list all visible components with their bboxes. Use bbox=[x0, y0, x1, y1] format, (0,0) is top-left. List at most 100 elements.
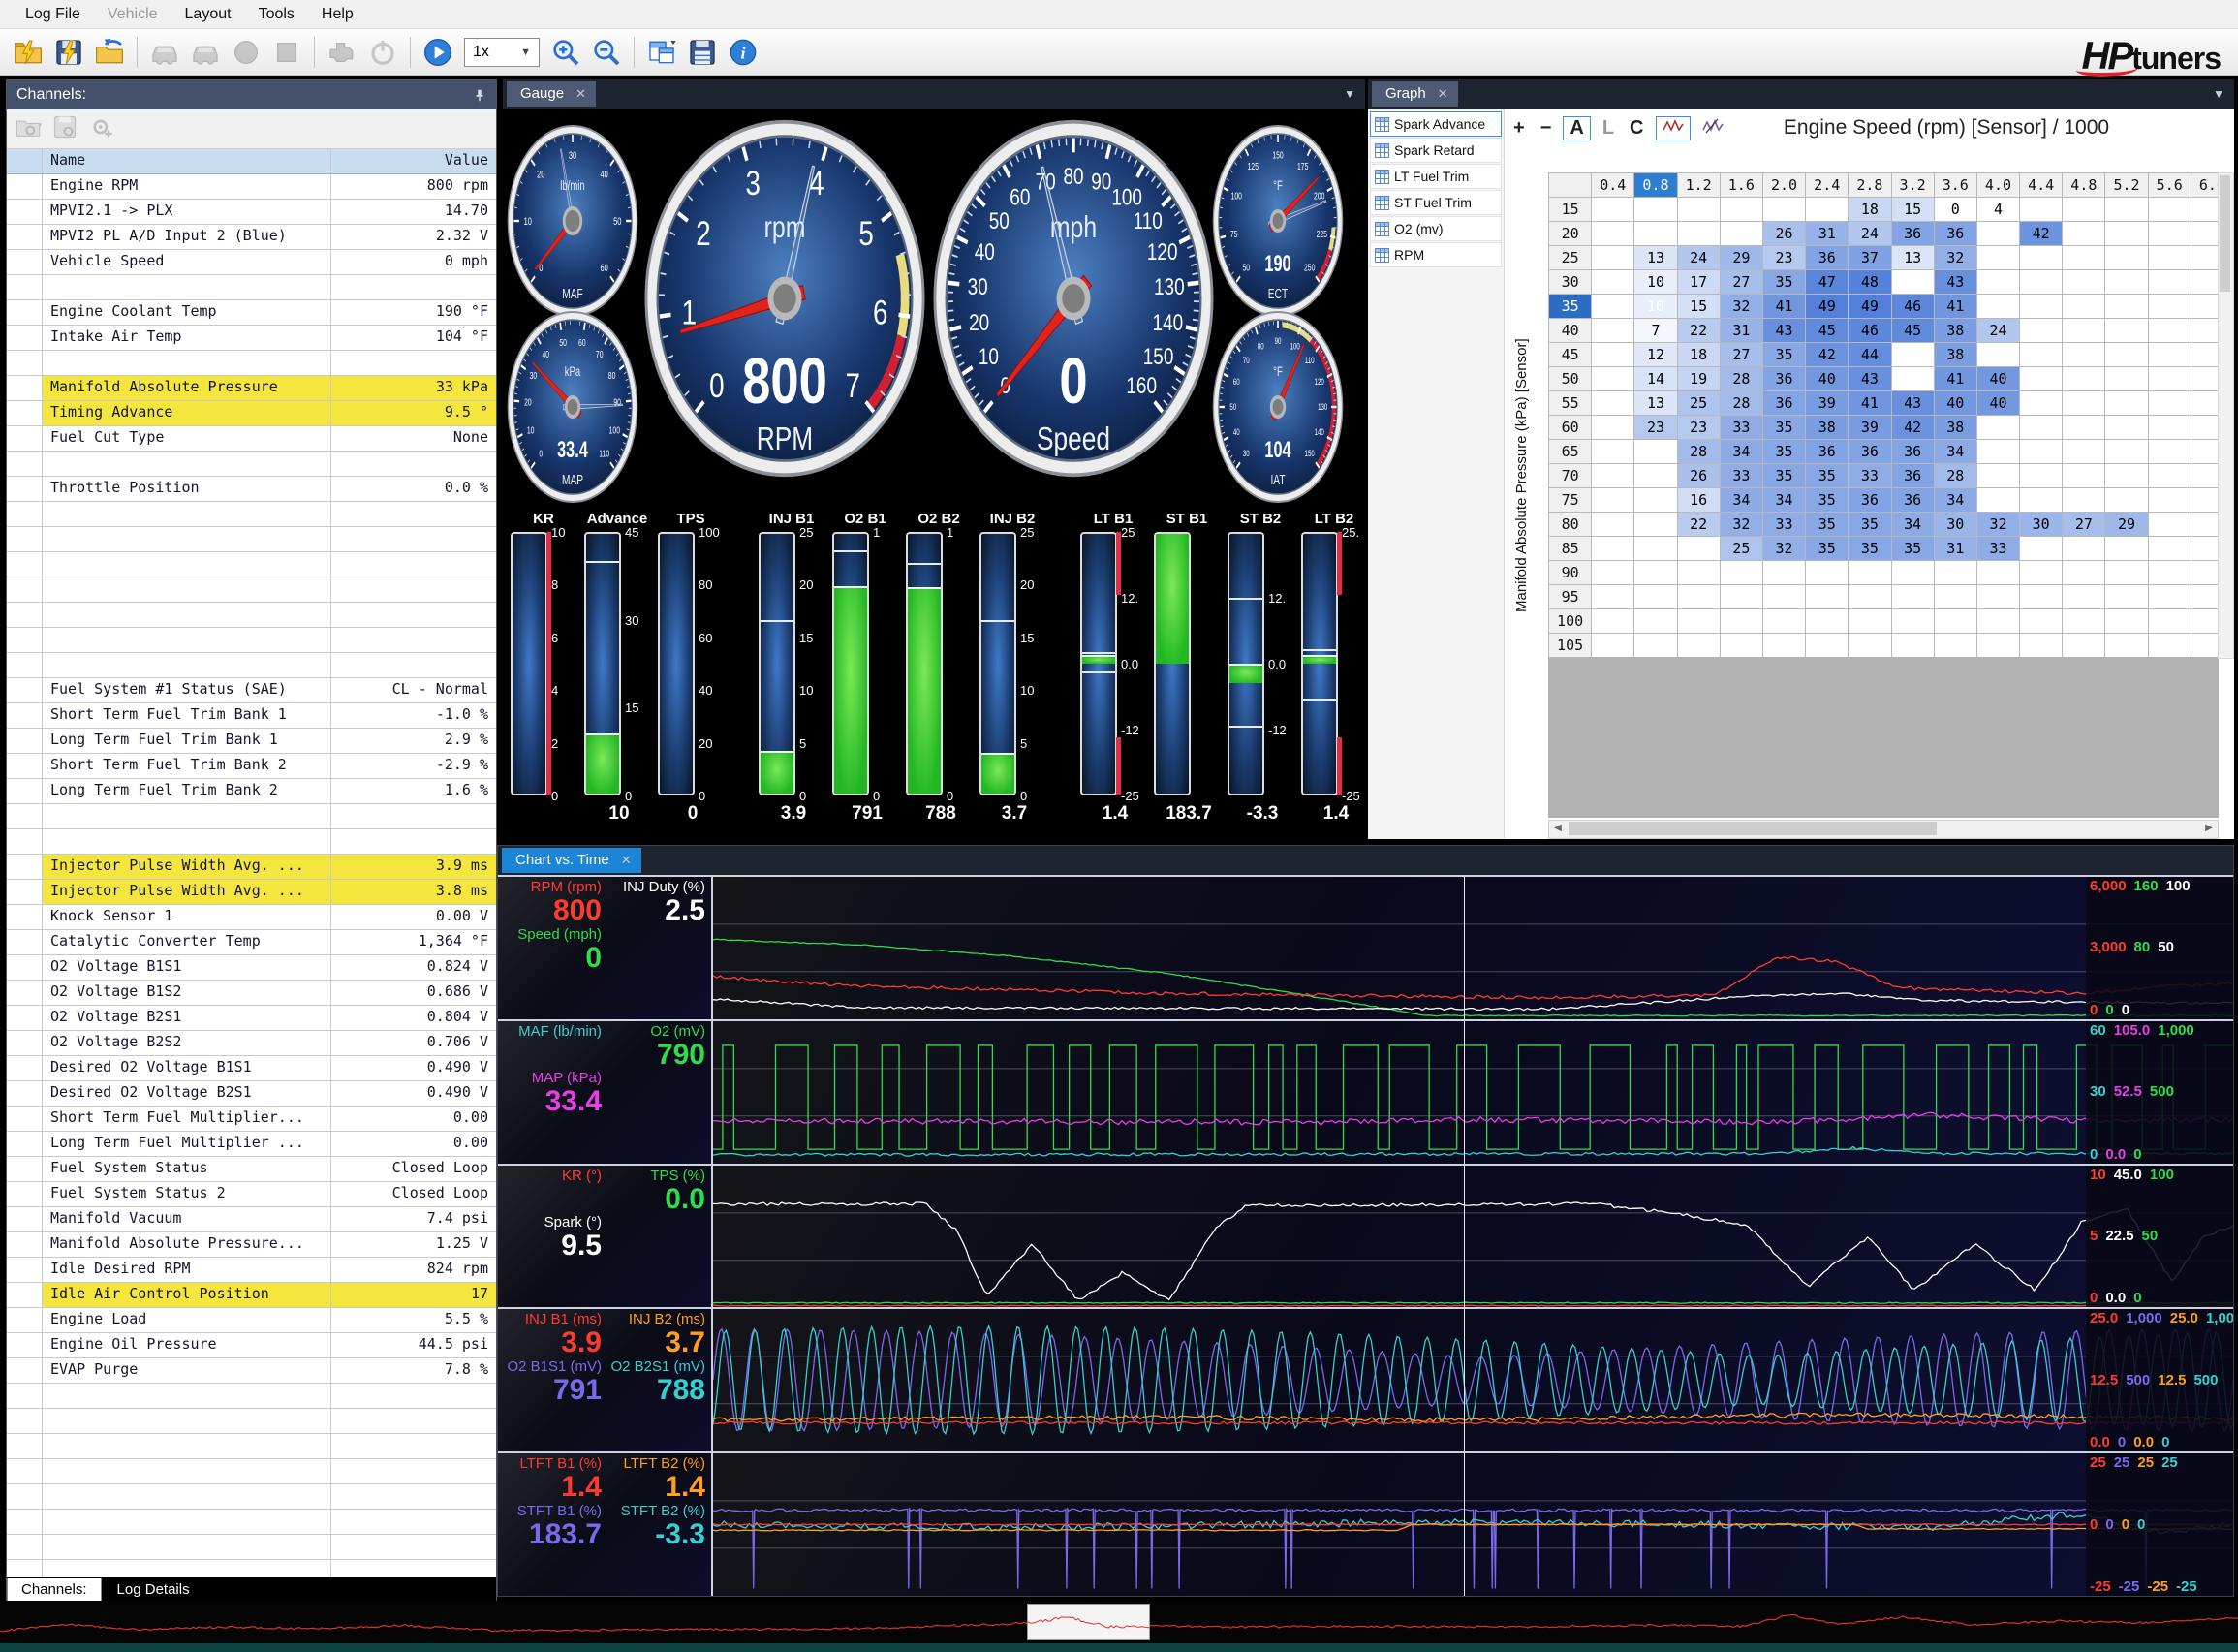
table-row[interactable] bbox=[7, 804, 496, 829]
cell-105-5.6[interactable] bbox=[2148, 634, 2191, 658]
cell-85-3.6[interactable]: 31 bbox=[1934, 537, 1976, 561]
col-header-1.6[interactable]: 1.6 bbox=[1720, 173, 1762, 198]
table-row[interactable]: Fuel System StatusClosed Loop bbox=[7, 1157, 496, 1182]
table-row[interactable]: Intake Air Temp104 °F bbox=[7, 326, 496, 351]
cell-15-4.4[interactable] bbox=[2020, 198, 2063, 222]
menu-tools[interactable]: Tools bbox=[247, 3, 306, 26]
cell-30-2.8[interactable]: 48 bbox=[1849, 270, 1891, 295]
cell-80-5.2[interactable]: 29 bbox=[2105, 513, 2148, 537]
cell-25-4.8[interactable] bbox=[2063, 246, 2105, 270]
cell-50-4.8[interactable] bbox=[2063, 367, 2105, 391]
row-header-80[interactable]: 80 bbox=[1549, 513, 1592, 537]
cell-80-4.0[interactable]: 32 bbox=[1976, 513, 2019, 537]
cell-45-2.0[interactable]: 35 bbox=[1762, 343, 1805, 367]
legend-st-fuel-trim[interactable]: ST Fuel Trim bbox=[1370, 190, 1502, 215]
table-row[interactable]: MPVI2 PL A/D Input 2 (Blue)2.32 V bbox=[7, 225, 496, 250]
cell-105-1.2[interactable] bbox=[1677, 634, 1720, 658]
legend-spark-advance[interactable]: Spark Advance bbox=[1370, 111, 1502, 137]
cell-70-1.6[interactable]: 33 bbox=[1720, 464, 1762, 488]
auto-button[interactable]: A bbox=[1563, 116, 1590, 140]
cell-90-1.2[interactable] bbox=[1677, 561, 1720, 585]
cell-95-2.0[interactable] bbox=[1762, 585, 1805, 609]
cell-80-0.4[interactable] bbox=[1592, 513, 1634, 537]
cell-45-2.4[interactable]: 42 bbox=[1806, 343, 1849, 367]
strip-plot[interactable]: 60105.01,0003052.550000.00 bbox=[713, 1021, 2233, 1164]
cell-40-3.6[interactable]: 38 bbox=[1934, 319, 1976, 343]
table-row[interactable] bbox=[7, 1535, 496, 1560]
cell-95-0.8[interactable] bbox=[1634, 585, 1677, 609]
cell-50-4.0[interactable]: 40 bbox=[1976, 367, 2019, 391]
cell-30-1.2[interactable]: 17 bbox=[1677, 270, 1720, 295]
cell-95-3.6[interactable] bbox=[1934, 585, 1976, 609]
cell-80-3.6[interactable]: 30 bbox=[1934, 513, 1976, 537]
col-header-2.4[interactable]: 2.4 bbox=[1806, 173, 1849, 198]
cell-45-0.4[interactable] bbox=[1592, 343, 1634, 367]
header-value[interactable]: Value bbox=[331, 149, 496, 173]
cell-55-2.8[interactable]: 41 bbox=[1849, 391, 1891, 416]
cell-25-4.0[interactable] bbox=[1976, 246, 2019, 270]
cell-60-3.6[interactable]: 38 bbox=[1934, 416, 1976, 440]
row-header-40[interactable]: 40 bbox=[1549, 319, 1592, 343]
cell-100-0.8[interactable] bbox=[1634, 609, 1677, 634]
cell-65-2.0[interactable]: 35 bbox=[1762, 440, 1805, 464]
cell-50-1.6[interactable]: 28 bbox=[1720, 367, 1762, 391]
cell-35-3.2[interactable]: 46 bbox=[1891, 295, 1934, 319]
table-row[interactable]: Vehicle Speed0 mph bbox=[7, 250, 496, 275]
cell-60-4.8[interactable] bbox=[2063, 416, 2105, 440]
cell-65-1.2[interactable]: 28 bbox=[1677, 440, 1720, 464]
col-header-4.8[interactable]: 4.8 bbox=[2063, 173, 2105, 198]
table-row[interactable] bbox=[7, 1484, 496, 1510]
cell-95-4.4[interactable] bbox=[2020, 585, 2063, 609]
cell-90-0.4[interactable] bbox=[1592, 561, 1634, 585]
cell-15-3.6[interactable]: 0 bbox=[1934, 198, 1976, 222]
cell-50-3.2[interactable] bbox=[1891, 367, 1934, 391]
cell-60-5.2[interactable] bbox=[2105, 416, 2148, 440]
graph-vertical-scrollbar[interactable] bbox=[2218, 172, 2234, 659]
col-header-4.0[interactable]: 4.0 bbox=[1976, 173, 2019, 198]
col-header-2.8[interactable]: 2.8 bbox=[1849, 173, 1891, 198]
cell-35-2.8[interactable]: 49 bbox=[1849, 295, 1891, 319]
legend-o2-mv-[interactable]: O2 (mv) bbox=[1370, 216, 1502, 241]
save-log-icon[interactable] bbox=[50, 34, 87, 71]
cell-25-0.8[interactable]: 13 bbox=[1634, 246, 1677, 270]
chevron-down-icon[interactable]: ▼ bbox=[2213, 87, 2224, 101]
cell-40-4.8[interactable] bbox=[2063, 319, 2105, 343]
cell-85-1.6[interactable]: 25 bbox=[1720, 537, 1762, 561]
col-header-1.2[interactable]: 1.2 bbox=[1677, 173, 1720, 198]
table-row[interactable]: Injector Pulse Width Avg. ...3.9 ms bbox=[7, 855, 496, 880]
table-row[interactable] bbox=[7, 1434, 496, 1459]
header-name[interactable]: Name bbox=[43, 149, 331, 173]
col-header-0.8[interactable]: 0.8 bbox=[1634, 173, 1677, 198]
cell-20-3.2[interactable]: 36 bbox=[1891, 222, 1934, 246]
cell-55-4.8[interactable] bbox=[2063, 391, 2105, 416]
cell-40-1.2[interactable]: 22 bbox=[1677, 319, 1720, 343]
row-header-90[interactable]: 90 bbox=[1549, 561, 1592, 585]
time-cursor[interactable] bbox=[1464, 1166, 1465, 1308]
cell-65-3.2[interactable]: 36 bbox=[1891, 440, 1934, 464]
cell-15-2.4[interactable] bbox=[1806, 198, 1849, 222]
cell-20-1.2[interactable] bbox=[1677, 222, 1720, 246]
cell-75-4.0[interactable] bbox=[1976, 488, 2019, 513]
cell-65-2.4[interactable]: 36 bbox=[1806, 440, 1849, 464]
cell-50-1.2[interactable]: 19 bbox=[1677, 367, 1720, 391]
cell-105-2.4[interactable] bbox=[1806, 634, 1849, 658]
cell-75-0.4[interactable] bbox=[1592, 488, 1634, 513]
cell-55-2.0[interactable]: 36 bbox=[1762, 391, 1805, 416]
cell-90-2.8[interactable] bbox=[1849, 561, 1891, 585]
cell-45-0.8[interactable]: 12 bbox=[1634, 343, 1677, 367]
cell-50-0.4[interactable] bbox=[1592, 367, 1634, 391]
cell-50-2.0[interactable]: 36 bbox=[1762, 367, 1805, 391]
cell-105-4.4[interactable] bbox=[2020, 634, 2063, 658]
cell-105-2.0[interactable] bbox=[1762, 634, 1805, 658]
layout-grid-icon[interactable] bbox=[643, 34, 680, 71]
cell-25-0.4[interactable] bbox=[1592, 246, 1634, 270]
cell-30-0.4[interactable] bbox=[1592, 270, 1634, 295]
table-row[interactable] bbox=[7, 577, 496, 603]
table-row[interactable]: Fuel System Status 2Closed Loop bbox=[7, 1182, 496, 1207]
cell-45-2.8[interactable]: 44 bbox=[1849, 343, 1891, 367]
table-row[interactable]: Fuel System #1 Status (SAE)CL - Normal bbox=[7, 678, 496, 703]
tab-channels-[interactable]: Channels: bbox=[7, 1578, 102, 1602]
cell-35-2.0[interactable]: 41 bbox=[1762, 295, 1805, 319]
cell-45-1.6[interactable]: 27 bbox=[1720, 343, 1762, 367]
col-header-0.4[interactable]: 0.4 bbox=[1592, 173, 1634, 198]
